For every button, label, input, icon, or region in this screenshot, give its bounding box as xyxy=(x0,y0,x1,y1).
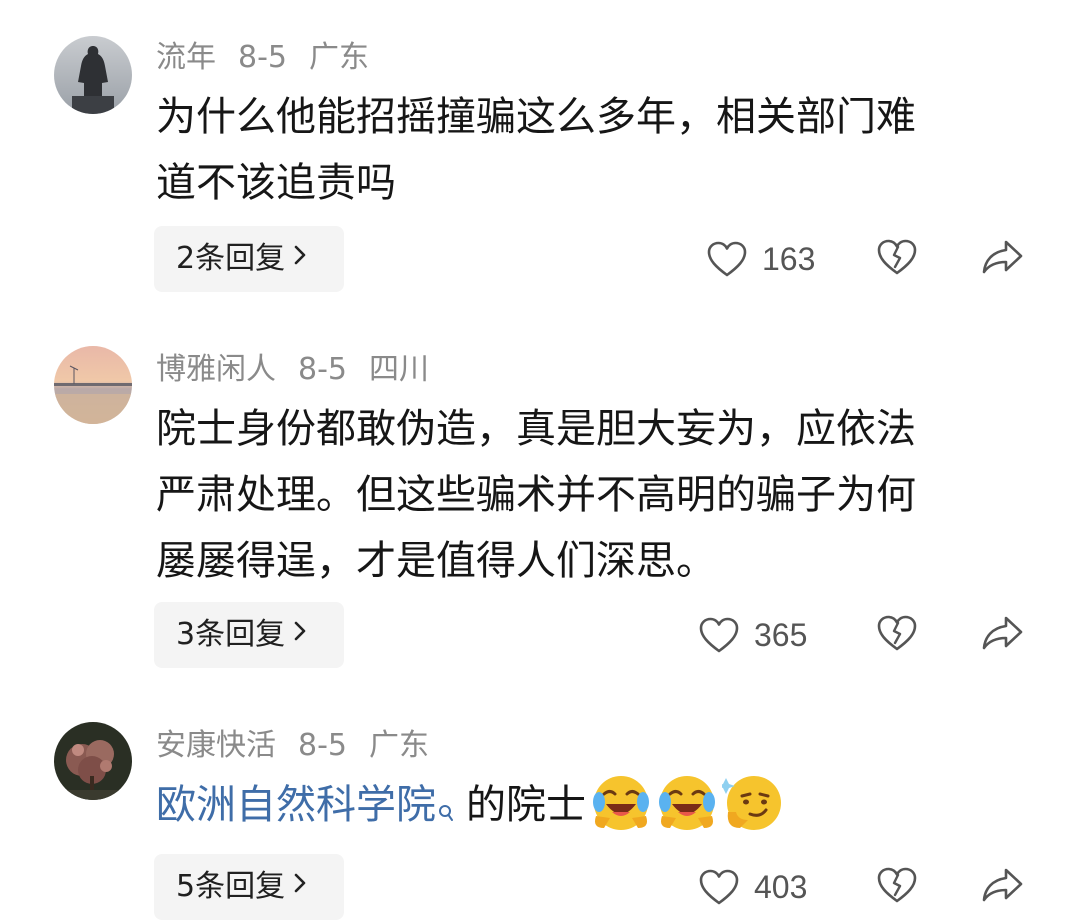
view-replies-label: 5条回复 xyxy=(176,869,286,904)
share-button[interactable] xyxy=(980,854,1028,920)
dislike-button[interactable] xyxy=(876,854,920,920)
chevron-right-icon xyxy=(293,224,307,290)
like-button[interactable]: 365 xyxy=(698,602,807,668)
username[interactable]: 博雅闲人 xyxy=(156,352,276,387)
share-arrow-icon xyxy=(980,866,1024,908)
laughing-crying-emoji-icon xyxy=(590,772,652,834)
like-count: 403 xyxy=(754,868,808,905)
username[interactable]: 流年 xyxy=(156,40,216,75)
broken-heart-icon xyxy=(876,866,918,908)
like-count: 365 xyxy=(754,616,808,653)
share-arrow-icon xyxy=(980,238,1024,280)
dislike-button[interactable] xyxy=(876,602,920,668)
statue-silhouette-avatar-icon xyxy=(54,36,132,114)
search-mini-icon xyxy=(438,780,454,846)
comment-location: 广东 xyxy=(309,40,369,75)
broken-heart-icon xyxy=(876,614,918,656)
broken-heart-icon xyxy=(876,238,918,280)
comment-location: 四川 xyxy=(369,352,429,387)
like-button[interactable]: 403 xyxy=(698,854,807,920)
smirk-emoji-icon xyxy=(717,772,784,834)
comment-text: 为什么他能招摇撞骗这么多年，相关部门难 道不该追责吗 xyxy=(156,84,1016,216)
comment-date: 8-5 xyxy=(298,728,347,763)
user-avatar[interactable] xyxy=(54,36,132,114)
blossom-tree-avatar-icon xyxy=(54,722,132,800)
view-replies-button[interactable]: 5条回复 xyxy=(154,854,344,920)
comment-meta: 安康快活 8-5 广东 xyxy=(156,724,451,768)
comment-meta: 流年 8-5 广东 xyxy=(156,36,391,80)
chevron-right-icon xyxy=(293,600,307,666)
sunset-beach-avatar-icon xyxy=(54,346,132,424)
share-button[interactable] xyxy=(980,226,1028,292)
comment-text-line: 欧洲自然科学院 的院士 xyxy=(156,772,1016,838)
comment-text-line: 院士身份都敢伪造，真是胆大妄为，应依法 xyxy=(156,406,916,452)
comment-text-line: 严肃处理。但这些骗术并不高明的骗子为何 xyxy=(156,472,916,518)
comment-date: 8-5 xyxy=(298,352,347,387)
comment-text-line: 屡屡得逞，才是值得人们深思。 xyxy=(156,538,716,584)
comment-text: 欧洲自然科学院 的院士 xyxy=(156,772,1016,838)
comment-date: 8-5 xyxy=(238,40,287,75)
heart-outline-icon xyxy=(698,868,740,906)
share-button[interactable] xyxy=(980,602,1028,668)
heart-outline-icon xyxy=(706,240,748,278)
view-replies-button[interactable]: 2条回复 xyxy=(154,226,344,292)
user-avatar[interactable] xyxy=(54,346,132,424)
dislike-button[interactable] xyxy=(876,226,920,292)
chevron-right-icon xyxy=(293,852,307,918)
comment-location: 广东 xyxy=(369,728,429,763)
share-arrow-icon xyxy=(980,614,1024,656)
comment-text-line: 为什么他能招摇撞骗这么多年，相关部门难 xyxy=(156,94,916,140)
comment-text-tail: 的院士 xyxy=(466,782,586,828)
heart-outline-icon xyxy=(698,616,740,654)
view-replies-button[interactable]: 3条回复 xyxy=(154,602,344,668)
username[interactable]: 安康快活 xyxy=(156,728,276,763)
comment-meta: 博雅闲人 8-5 四川 xyxy=(156,348,451,392)
laughing-crying-emoji-icon xyxy=(656,772,718,834)
like-button[interactable]: 163 xyxy=(706,226,815,292)
comment-text: 院士身份都敢伪造，真是胆大妄为，应依法 严肃处理。但这些骗术并不高明的骗子为何 … xyxy=(156,396,1016,594)
user-avatar[interactable] xyxy=(54,722,132,800)
view-replies-label: 2条回复 xyxy=(176,241,286,276)
like-count: 163 xyxy=(762,240,816,277)
view-replies-label: 3条回复 xyxy=(176,617,286,652)
comment-text-line: 道不该追责吗 xyxy=(156,160,396,206)
search-keyword-link[interactable]: 欧洲自然科学院 xyxy=(156,782,436,828)
